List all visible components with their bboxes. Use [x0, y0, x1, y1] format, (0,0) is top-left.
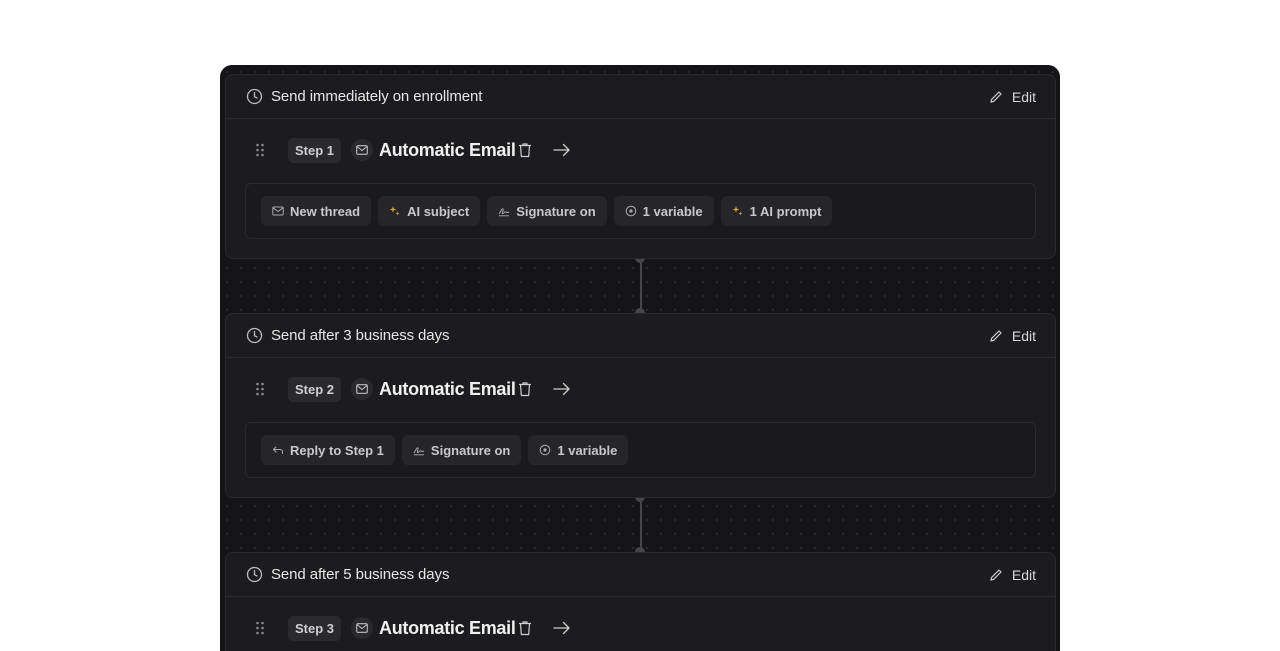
- arrow-right-icon[interactable]: [552, 141, 572, 159]
- step-settings-chips: New thread AI subject Signature on 1 var…: [245, 183, 1036, 239]
- chip-label: 1 variable: [642, 203, 703, 219]
- trash-icon[interactable]: [516, 380, 534, 398]
- chip-new-thread[interactable]: New thread: [261, 196, 372, 226]
- step-timing-header: Send immediately on enrollment Edit: [226, 75, 1055, 119]
- edit-button[interactable]: Edit: [988, 89, 1036, 105]
- drag-handle-icon[interactable]: [254, 620, 266, 636]
- sparkle-icon: [732, 205, 744, 217]
- connector-line: [640, 258, 642, 313]
- chip-label: 1 AI prompt: [749, 203, 822, 219]
- pencil-icon: [988, 89, 1004, 105]
- chip-label: AI subject: [407, 203, 470, 219]
- chip-label: Reply to Step 1: [290, 442, 384, 458]
- step-title: Automatic Email: [379, 617, 516, 638]
- variable-icon: [539, 444, 551, 456]
- drag-handle-icon[interactable]: [254, 142, 266, 158]
- trash-icon[interactable]: [516, 619, 534, 637]
- step-badge: Step 2: [288, 376, 342, 402]
- chip-reply-to-step[interactable]: Reply to Step 1: [261, 435, 395, 465]
- connector-line: [640, 497, 642, 552]
- chip-label: Signature on: [430, 442, 511, 458]
- edit-button[interactable]: Edit: [988, 567, 1036, 583]
- step-row: Step 1 Automatic Email: [226, 119, 1055, 181]
- step-row: Step 3 Automatic Email: [226, 597, 1055, 651]
- edit-label: Edit: [1011, 327, 1036, 344]
- clock-icon: [246, 566, 263, 583]
- clock-icon: [246, 327, 263, 344]
- step-card: Send immediately on enrollment Edit Step…: [225, 74, 1056, 259]
- step-title: Automatic Email: [379, 139, 516, 160]
- step-badge: Step 3: [288, 615, 342, 641]
- chip-signature[interactable]: Signature on: [401, 435, 522, 465]
- chip-label: Signature on: [516, 203, 596, 219]
- pencil-icon: [988, 567, 1004, 583]
- step-timing-header: Send after 3 business days Edit: [226, 314, 1055, 358]
- chip-label: 1 variable: [557, 442, 618, 458]
- chip-label: New thread: [290, 203, 361, 219]
- reply-icon: [272, 444, 284, 456]
- chip-signature[interactable]: Signature on: [487, 196, 607, 226]
- arrow-right-icon[interactable]: [552, 619, 572, 637]
- edit-button[interactable]: Edit: [988, 328, 1036, 344]
- drag-handle-icon[interactable]: [254, 381, 266, 397]
- signature-icon: [413, 444, 425, 456]
- edit-label: Edit: [1011, 566, 1036, 583]
- envelope-icon: [351, 378, 374, 400]
- envelope-icon: [351, 617, 374, 639]
- step-title: Automatic Email: [379, 378, 516, 399]
- variable-icon: [625, 205, 637, 217]
- step-card: Send after 5 business days Edit Step 3 A…: [225, 552, 1056, 651]
- trash-icon[interactable]: [516, 141, 534, 159]
- step-timing-label: Send after 3 business days: [271, 327, 450, 344]
- chip-variable[interactable]: 1 variable: [528, 435, 629, 465]
- arrow-right-icon[interactable]: [552, 380, 572, 398]
- pencil-icon: [988, 328, 1004, 344]
- signature-icon: [498, 205, 510, 217]
- step-timing-header: Send after 5 business days Edit: [226, 553, 1055, 597]
- chip-ai-subject[interactable]: AI subject: [378, 196, 481, 226]
- step-row: Step 2 Automatic Email: [226, 358, 1055, 420]
- envelope-icon: [272, 205, 284, 217]
- step-badge: Step 1: [288, 137, 342, 163]
- clock-icon: [246, 88, 263, 105]
- chip-ai-prompt[interactable]: 1 AI prompt: [720, 196, 833, 226]
- sequence-canvas: Send immediately on enrollment Edit Step…: [220, 65, 1060, 651]
- chip-variable[interactable]: 1 variable: [613, 196, 714, 226]
- envelope-icon: [351, 139, 374, 161]
- step-card: Send after 3 business days Edit Step 2 A…: [225, 313, 1056, 498]
- step-timing-label: Send after 5 business days: [271, 566, 450, 583]
- sparkle-icon: [389, 205, 401, 217]
- step-settings-chips: Reply to Step 1 Signature on 1 variable: [245, 422, 1036, 478]
- edit-label: Edit: [1011, 88, 1036, 105]
- step-timing-label: Send immediately on enrollment: [271, 88, 483, 105]
